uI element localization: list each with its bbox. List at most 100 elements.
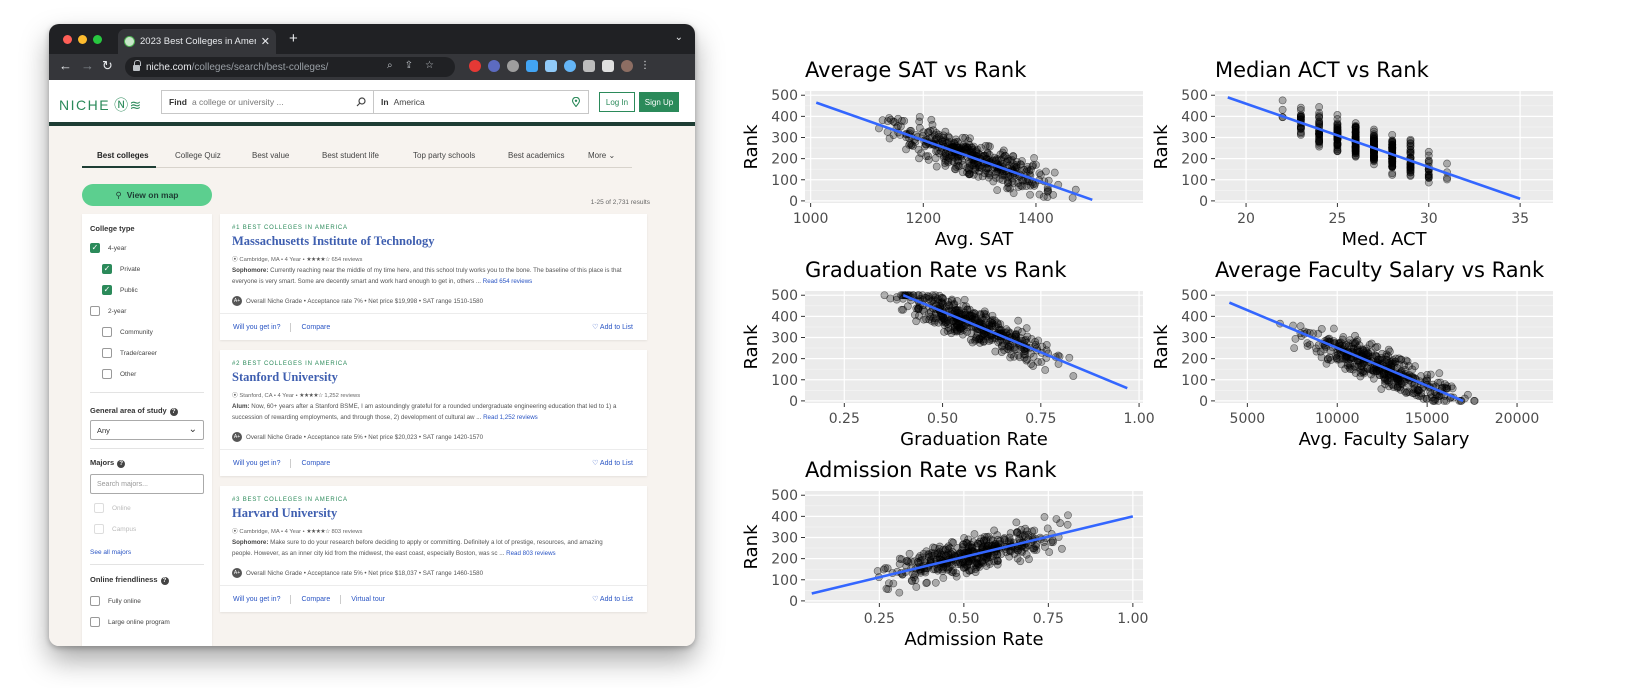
forward-arrow-icon[interactable]: → — [81, 59, 94, 73]
extension-circle-icon[interactable] — [564, 60, 576, 72]
area-of-study-select[interactable]: Any ⌄ — [90, 420, 204, 440]
login-button[interactable]: Log In — [599, 92, 635, 112]
extension-blue-icon[interactable] — [488, 60, 500, 72]
review-count[interactable]: 1,252 reviews — [324, 393, 360, 399]
zoom-search-icon[interactable]: ⌕ — [387, 60, 393, 71]
read-reviews-link[interactable]: Read 1,252 reviews — [483, 414, 538, 421]
will-you-get-in-link[interactable]: Will you get in? — [233, 460, 280, 467]
close-tab-icon[interactable]: ✕ — [261, 35, 270, 48]
bookmark-star-icon[interactable]: ☆ — [425, 60, 434, 71]
data-point — [1022, 356, 1031, 365]
help-icon[interactable]: ? — [160, 577, 169, 585]
tab-top-party-schools[interactable]: Top party schools — [413, 151, 475, 160]
tab-college-quiz[interactable]: College Quiz — [175, 151, 221, 160]
add-to-list-button[interactable]: ♡ Add to List — [592, 323, 633, 331]
help-icon[interactable]: ? — [117, 460, 126, 468]
browser-menu-icon[interactable]: ⋮ — [640, 60, 650, 72]
will-you-get-in-link[interactable]: Will you get in? — [233, 596, 280, 603]
tab-more[interactable]: More ⌄ — [588, 151, 615, 160]
y-tick-label: 200 — [771, 552, 798, 568]
web-page: NICHE Ⓝ≋ Find a college or university ...… — [49, 80, 695, 646]
data-point — [1351, 124, 1360, 132]
filter-divider — [90, 392, 204, 393]
tab-best-value[interactable]: Best value — [252, 151, 289, 160]
x-tick-label: 1400 — [1018, 211, 1054, 227]
compare-link[interactable]: Compare — [301, 460, 330, 467]
niche-logo[interactable]: NICHE Ⓝ≋ — [59, 95, 143, 115]
view-on-map-button[interactable]: ⚲ View on map — [82, 184, 212, 206]
signup-button[interactable]: Sign Up — [639, 92, 679, 112]
compare-link[interactable]: Compare — [301, 324, 330, 331]
back-arrow-icon[interactable]: ← — [59, 59, 72, 73]
filter-large-online-program[interactable]: Large online program — [90, 617, 170, 627]
data-point — [952, 572, 961, 581]
add-to-list-button[interactable]: ♡ Add to List — [592, 595, 633, 603]
data-point — [1041, 366, 1050, 374]
tab-search-chevron-icon[interactable]: ⌄ — [675, 32, 683, 43]
data-point — [1065, 353, 1074, 362]
review-count[interactable]: 654 reviews — [331, 257, 362, 263]
filter-label: Large online program — [108, 618, 170, 626]
extension-grey-icon[interactable] — [507, 60, 519, 72]
maximize-window-button[interactable] — [93, 35, 102, 44]
heart-icon: ♡ — [592, 596, 600, 603]
will-you-get-in-link[interactable]: Will you get in? — [233, 324, 280, 331]
data-point — [1290, 344, 1299, 353]
checkbox-checked-icon[interactable]: ✓ — [102, 285, 112, 295]
read-reviews-link[interactable]: Read 803 reviews — [506, 550, 556, 557]
filter-2-year[interactable]: 2-year — [90, 306, 126, 316]
new-tab-icon[interactable]: + — [289, 31, 298, 46]
filter-other[interactable]: Other — [102, 369, 136, 379]
majors-search-input[interactable]: Search majors... — [90, 474, 204, 494]
browser-tab[interactable]: 2023 Best Colleges in America ✕ — [118, 29, 276, 54]
virtual-tour-link[interactable]: Virtual tour — [351, 596, 385, 603]
filter-fully-online[interactable]: Fully online — [90, 596, 141, 606]
checkbox-icon[interactable] — [90, 617, 100, 627]
x-axis-label: Med. ACT — [1341, 229, 1427, 250]
filter-community[interactable]: Community — [102, 327, 153, 337]
college-name-link[interactable]: Stanford University — [232, 370, 338, 385]
profile-avatar-icon[interactable] — [621, 60, 633, 72]
results-count: 1-25 of 2,731 results — [590, 199, 650, 206]
share-icon[interactable]: ⇪ — [405, 60, 413, 71]
extension-doc-icon[interactable] — [545, 60, 557, 72]
checkbox-checked-icon[interactable]: ✓ — [90, 243, 100, 253]
data-point — [1278, 96, 1287, 105]
filter-trade-career[interactable]: Trade/career — [102, 348, 157, 358]
checkbox-checked-icon[interactable]: ✓ — [102, 264, 112, 274]
data-point — [1005, 547, 1014, 555]
minimize-window-button[interactable] — [78, 35, 87, 44]
compare-link[interactable]: Compare — [301, 596, 330, 603]
search-icon[interactable] — [356, 97, 366, 107]
college-name-link[interactable]: Massachusetts Institute of Technology — [232, 234, 434, 249]
checkbox-icon[interactable] — [90, 306, 100, 316]
tab-best-colleges[interactable]: Best colleges — [97, 151, 149, 160]
x-tick-label: 0.25 — [829, 411, 860, 427]
view-on-map-label: View on map — [126, 190, 179, 200]
read-reviews-link[interactable]: Read 654 reviews — [483, 278, 533, 285]
tab-best-student-life[interactable]: Best student life — [322, 151, 379, 160]
filter-public[interactable]: ✓ Public — [102, 285, 138, 295]
extensions-puzzle-icon[interactable] — [583, 60, 595, 72]
checkbox-icon[interactable] — [102, 348, 112, 358]
extension-triangle-icon[interactable] — [526, 60, 538, 72]
location-pin-icon[interactable] — [571, 97, 581, 107]
checkbox-icon[interactable] — [102, 369, 112, 379]
checkbox-icon[interactable] — [90, 596, 100, 606]
help-icon[interactable]: ? — [169, 408, 178, 416]
see-all-majors-link[interactable]: See all majors — [90, 549, 131, 556]
filter-private[interactable]: ✓ Private — [102, 264, 140, 274]
filter-4-year[interactable]: ✓ 4-year — [90, 243, 126, 253]
review-count[interactable]: 803 reviews — [331, 529, 362, 535]
college-name-link[interactable]: Harvard University — [232, 506, 337, 521]
side-panel-icon[interactable] — [602, 60, 614, 72]
data-point — [938, 546, 947, 554]
tab-best-academics[interactable]: Best academics — [508, 151, 564, 160]
location-input[interactable]: In America — [374, 91, 588, 113]
extension-red-icon[interactable] — [469, 60, 481, 72]
checkbox-icon[interactable] — [102, 327, 112, 337]
add-to-list-button[interactable]: ♡ Add to List — [592, 459, 633, 467]
close-window-button[interactable] — [63, 35, 72, 44]
find-input[interactable]: Find a college or university ... — [162, 91, 374, 113]
reload-icon[interactable]: ↻ — [102, 59, 113, 73]
